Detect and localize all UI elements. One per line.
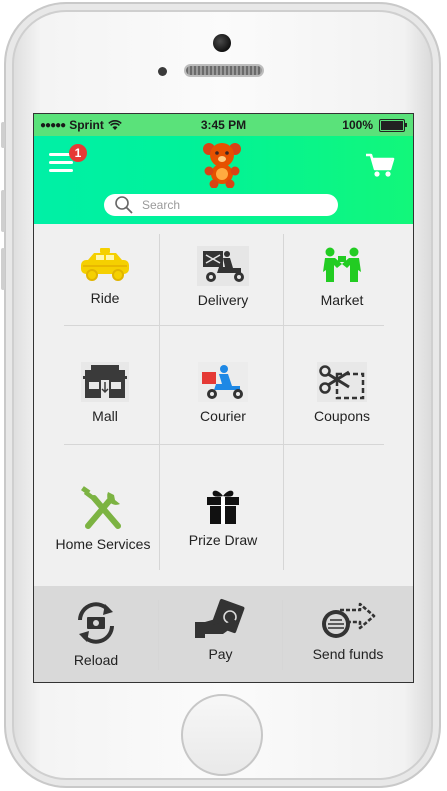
scissors-coupon-icon <box>317 362 367 402</box>
grid-divider <box>283 234 284 570</box>
volume-down-button <box>1 248 5 290</box>
service-market[interactable]: Market <box>289 246 395 308</box>
bottom-label: Send funds <box>312 646 384 662</box>
teddy-bear-logo-icon[interactable] <box>200 140 244 188</box>
proximity-sensor <box>158 67 167 76</box>
bottom-label: Pay <box>208 646 233 662</box>
battery-percent: 100% <box>342 118 373 132</box>
service-label: Home Services <box>55 536 151 552</box>
bottom-pay[interactable]: Pay <box>159 586 282 682</box>
send-funds-coins-icon <box>322 602 376 638</box>
bottom-send-funds[interactable]: Send funds <box>283 586 413 682</box>
service-home-services[interactable]: Home Services <box>44 486 162 552</box>
battery-level-fill <box>381 120 403 130</box>
service-label: Coupons <box>313 408 371 424</box>
bottom-reload[interactable]: Reload <box>34 586 158 682</box>
taxi-icon <box>81 248 129 281</box>
service-courier[interactable]: Courier <box>167 362 279 424</box>
battery-icon <box>379 118 407 132</box>
pay-hand-money-icon <box>194 598 244 638</box>
mall-storefront-icon <box>81 362 129 402</box>
services-grid: Ride Delivery Market Mall Courier Coupon… <box>34 224 413 584</box>
mute-switch <box>1 122 5 148</box>
bottom-action-bar: Reload Pay Send funds <box>34 586 413 682</box>
grid-divider <box>64 444 384 445</box>
home-button[interactable] <box>181 694 263 776</box>
status-bar: ●●●●● Sprint 3:45 PM 100% <box>34 114 413 136</box>
delivery-scooter-icon <box>197 246 249 286</box>
front-camera <box>213 34 231 52</box>
service-coupons[interactable]: Coupons <box>289 362 395 424</box>
service-label: Delivery <box>197 292 249 308</box>
service-ride[interactable]: Ride <box>52 246 158 306</box>
reload-cycle-icon <box>78 602 114 644</box>
service-delivery[interactable]: Delivery <box>167 246 279 308</box>
service-label: Mall <box>92 408 118 424</box>
courier-scooter-icon <box>198 362 248 402</box>
service-label: Ride <box>90 290 120 306</box>
market-handshake-icon <box>323 247 361 282</box>
service-label: Courier <box>200 408 246 424</box>
app-header: 1 <box>34 136 413 224</box>
service-label: Market <box>320 292 364 308</box>
service-mall[interactable]: Mall <box>52 362 158 424</box>
search-input[interactable] <box>140 197 324 213</box>
gift-icon <box>207 490 239 524</box>
service-label: Prize Draw <box>188 532 258 548</box>
shopping-cart-icon[interactable] <box>365 152 395 178</box>
grid-divider <box>64 325 384 326</box>
search-bar[interactable] <box>104 194 338 216</box>
notification-badge: 1 <box>69 144 87 162</box>
service-prize-draw[interactable]: Prize Draw <box>167 486 279 548</box>
search-icon <box>115 196 133 214</box>
tools-icon <box>81 486 121 529</box>
earpiece-speaker <box>184 64 264 77</box>
bottom-label: Reload <box>73 652 119 668</box>
volume-up-button <box>1 190 5 232</box>
app-screen: ●●●●● Sprint 3:45 PM 100% 1 Search Ride … <box>33 113 414 683</box>
